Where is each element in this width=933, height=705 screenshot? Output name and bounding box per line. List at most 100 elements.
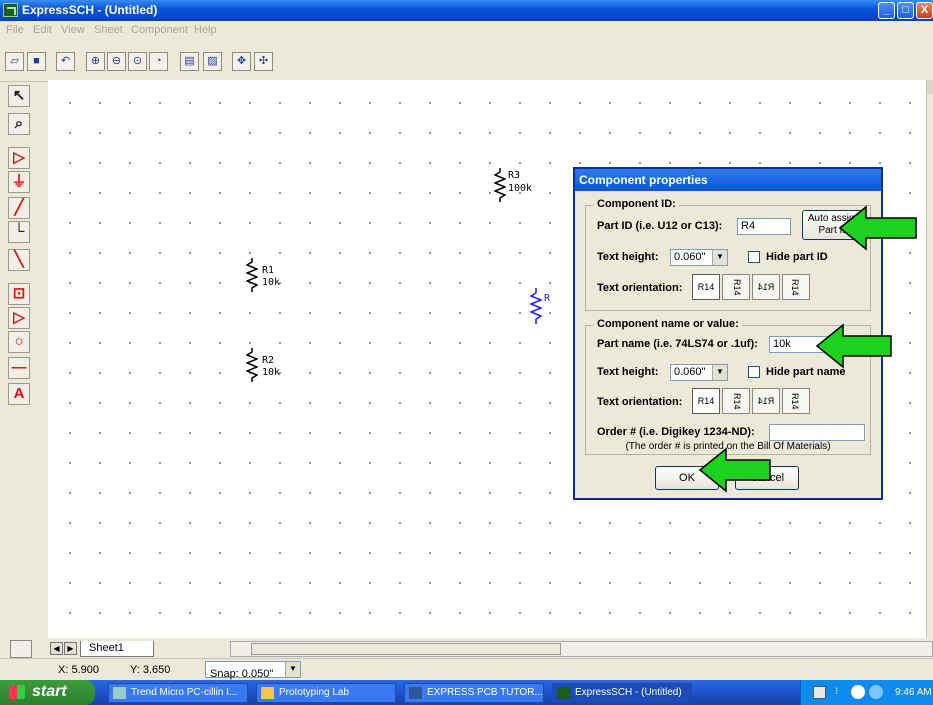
orientation-180-button[interactable]: R14	[752, 388, 780, 414]
text-icon[interactable]: A	[8, 383, 30, 405]
resistor-symbol	[244, 348, 260, 382]
part-id-input[interactable]: R4	[737, 218, 791, 235]
diagonal-wire-icon[interactable]: ╱	[8, 197, 30, 219]
order-label: Order # (i.e. Digikey 1234-ND):	[597, 426, 755, 438]
zoom-in-icon[interactable]: ⊕	[86, 52, 105, 71]
task-trend-micro[interactable]: Trend Micro PC-cillin I...	[108, 683, 248, 703]
chevron-down-icon: ▼	[285, 662, 300, 677]
pin-icon[interactable]: —	[8, 357, 30, 379]
bom-icon[interactable]: ▨	[203, 52, 222, 71]
speaker-icon[interactable]	[851, 685, 865, 699]
menu-edit[interactable]: Edit	[33, 24, 52, 36]
ref-label: R3	[508, 170, 521, 181]
pan-icon[interactable]: ✥	[232, 52, 251, 71]
hide-part-id-label: Hide part ID	[766, 251, 828, 263]
menu-file[interactable]: File	[6, 24, 24, 36]
orientation-90-button[interactable]: R14	[722, 274, 750, 300]
tool-palette: ↖ ⌕ ▷ ⏚ ╱ └ ╲ ⊡ ▷ ○ — A	[8, 85, 38, 440]
sheet-next-icon[interactable]: ▶	[64, 642, 77, 655]
start-button[interactable]: start	[0, 680, 95, 705]
pan-mode-icon[interactable]	[10, 640, 32, 658]
text-height-label: Text height:	[597, 251, 659, 263]
text-height-select[interactable]: 0.060" ▼	[670, 364, 728, 381]
hide-part-id-checkbox[interactable]	[748, 251, 760, 263]
hide-part-name-checkbox[interactable]	[748, 366, 760, 378]
component-id-group: Component ID: Part ID (i.e. U12 or C13):…	[585, 198, 871, 311]
zoom-area-icon[interactable]: ⊙	[128, 52, 147, 71]
task-label: EXPRESS PCB TUTOR...	[427, 687, 543, 698]
amp-icon[interactable]: ▷	[8, 147, 30, 169]
system-tray: ⁝ 9:46 AM	[800, 680, 933, 705]
ic-icon[interactable]: ⊡	[8, 283, 30, 305]
start-label: start	[32, 683, 67, 700]
arrow-auto-assign-icon	[838, 205, 917, 251]
maximize-button[interactable]: □	[897, 2, 914, 19]
orientation-0-button[interactable]: R14	[692, 388, 720, 414]
zoom-fit-icon[interactable]: ◔	[149, 52, 168, 71]
tab-sheet1[interactable]: Sheet1	[80, 641, 154, 657]
messenger-icon[interactable]	[869, 685, 883, 699]
undo-icon[interactable]: ↶	[56, 52, 75, 71]
snap-select[interactable]: Snap: 0.050" ▼	[205, 661, 301, 680]
horizontal-scrollbar[interactable]	[230, 641, 933, 657]
ref-label: R	[544, 293, 551, 304]
taskbar: start Trend Micro PC-cillin I... Prototy…	[0, 680, 933, 705]
orientation-270-button[interactable]: R14	[782, 388, 810, 414]
orientation-180-button[interactable]: R14	[752, 274, 780, 300]
chevron-down-icon: ▼	[712, 250, 727, 265]
center-icon[interactable]: ✣	[254, 52, 273, 71]
resistor-new[interactable]: R	[528, 288, 550, 327]
value-label: 10k	[262, 367, 281, 378]
circle-icon[interactable]: ○	[8, 331, 30, 353]
resistor-symbol	[244, 258, 260, 292]
status-bar: X: 5.900 Y: 3.650 Snap: 0.050" ▼	[0, 658, 933, 680]
arrow-ok-icon	[698, 447, 771, 493]
orientation-90-button[interactable]: R14	[722, 388, 750, 414]
menu-sheet[interactable]: Sheet	[94, 24, 123, 36]
dialog-title: Component properties	[575, 169, 881, 191]
save-icon[interactable]: ■	[27, 52, 46, 71]
properties-icon[interactable]: ▤	[180, 52, 199, 71]
network-icon[interactable]: ⁝	[835, 686, 845, 699]
vertical-scrollbar[interactable]	[926, 80, 933, 638]
resistor-r1[interactable]: R1 10k	[244, 258, 280, 295]
ref-label: R2	[262, 355, 275, 366]
orientation-0-button[interactable]: R14	[692, 274, 720, 300]
task-prototyping-lab[interactable]: Prototyping Lab	[256, 683, 396, 703]
group-label: Component name or value:	[594, 318, 742, 330]
close-button[interactable]: X	[916, 2, 933, 19]
chevron-down-icon: ▼	[712, 365, 727, 380]
app-icon	[3, 3, 18, 17]
menu-view[interactable]: View	[61, 24, 85, 36]
minimize-button[interactable]: _	[878, 2, 895, 19]
text-orientation-label: Text orientation:	[597, 282, 683, 294]
text-height-value: 0.060"	[674, 366, 706, 378]
op-amp-icon[interactable]: ▷	[8, 307, 30, 329]
sheet-bar: ◀ ▶ Sheet1	[0, 638, 933, 658]
toolbar: ▱ ■ ↶ ⊕ ⊖ ⊙ ◔ ▤ ▨ ✥ ✣	[0, 41, 933, 82]
part-name-label: Part name (i.e. 74LS74 or .1uf):	[597, 338, 758, 350]
help-icon[interactable]	[813, 686, 826, 699]
zoom-box-icon[interactable]: ⌕	[8, 113, 30, 135]
resistor-r3[interactable]: R3 100k	[492, 168, 532, 205]
zoom-out-icon[interactable]: ⊖	[107, 52, 126, 71]
sheet-prev-icon[interactable]: ◀	[50, 642, 63, 655]
task-express-pcb-tutor[interactable]: EXPRESS PCB TUTOR...	[404, 683, 544, 703]
menu-help[interactable]: Help	[194, 24, 217, 36]
resistor-r2[interactable]: R2 10k	[244, 348, 280, 385]
task-label: ExpressSCH - (Untitled)	[575, 687, 682, 698]
windows-logo-icon	[9, 685, 25, 699]
line-icon[interactable]: ╲	[8, 249, 30, 271]
ground-icon[interactable]: ⏚	[8, 171, 30, 193]
menu-bar: File Edit View Sheet Component Help	[0, 21, 933, 41]
text-height-select[interactable]: 0.060" ▼	[670, 249, 728, 266]
menu-component[interactable]: Component	[131, 24, 188, 36]
wire-icon[interactable]: └	[8, 221, 30, 243]
orientation-270-button[interactable]: R14	[782, 274, 810, 300]
open-icon[interactable]: ▱	[5, 52, 24, 71]
order-input[interactable]	[769, 424, 865, 441]
title-bar: ExpressSCH - (Untitled) _ □ X	[0, 0, 933, 21]
scroll-thumb[interactable]	[251, 643, 561, 655]
task-expresssch[interactable]: ExpressSCH - (Untitled)	[552, 683, 692, 703]
select-icon[interactable]: ↖	[8, 85, 30, 107]
